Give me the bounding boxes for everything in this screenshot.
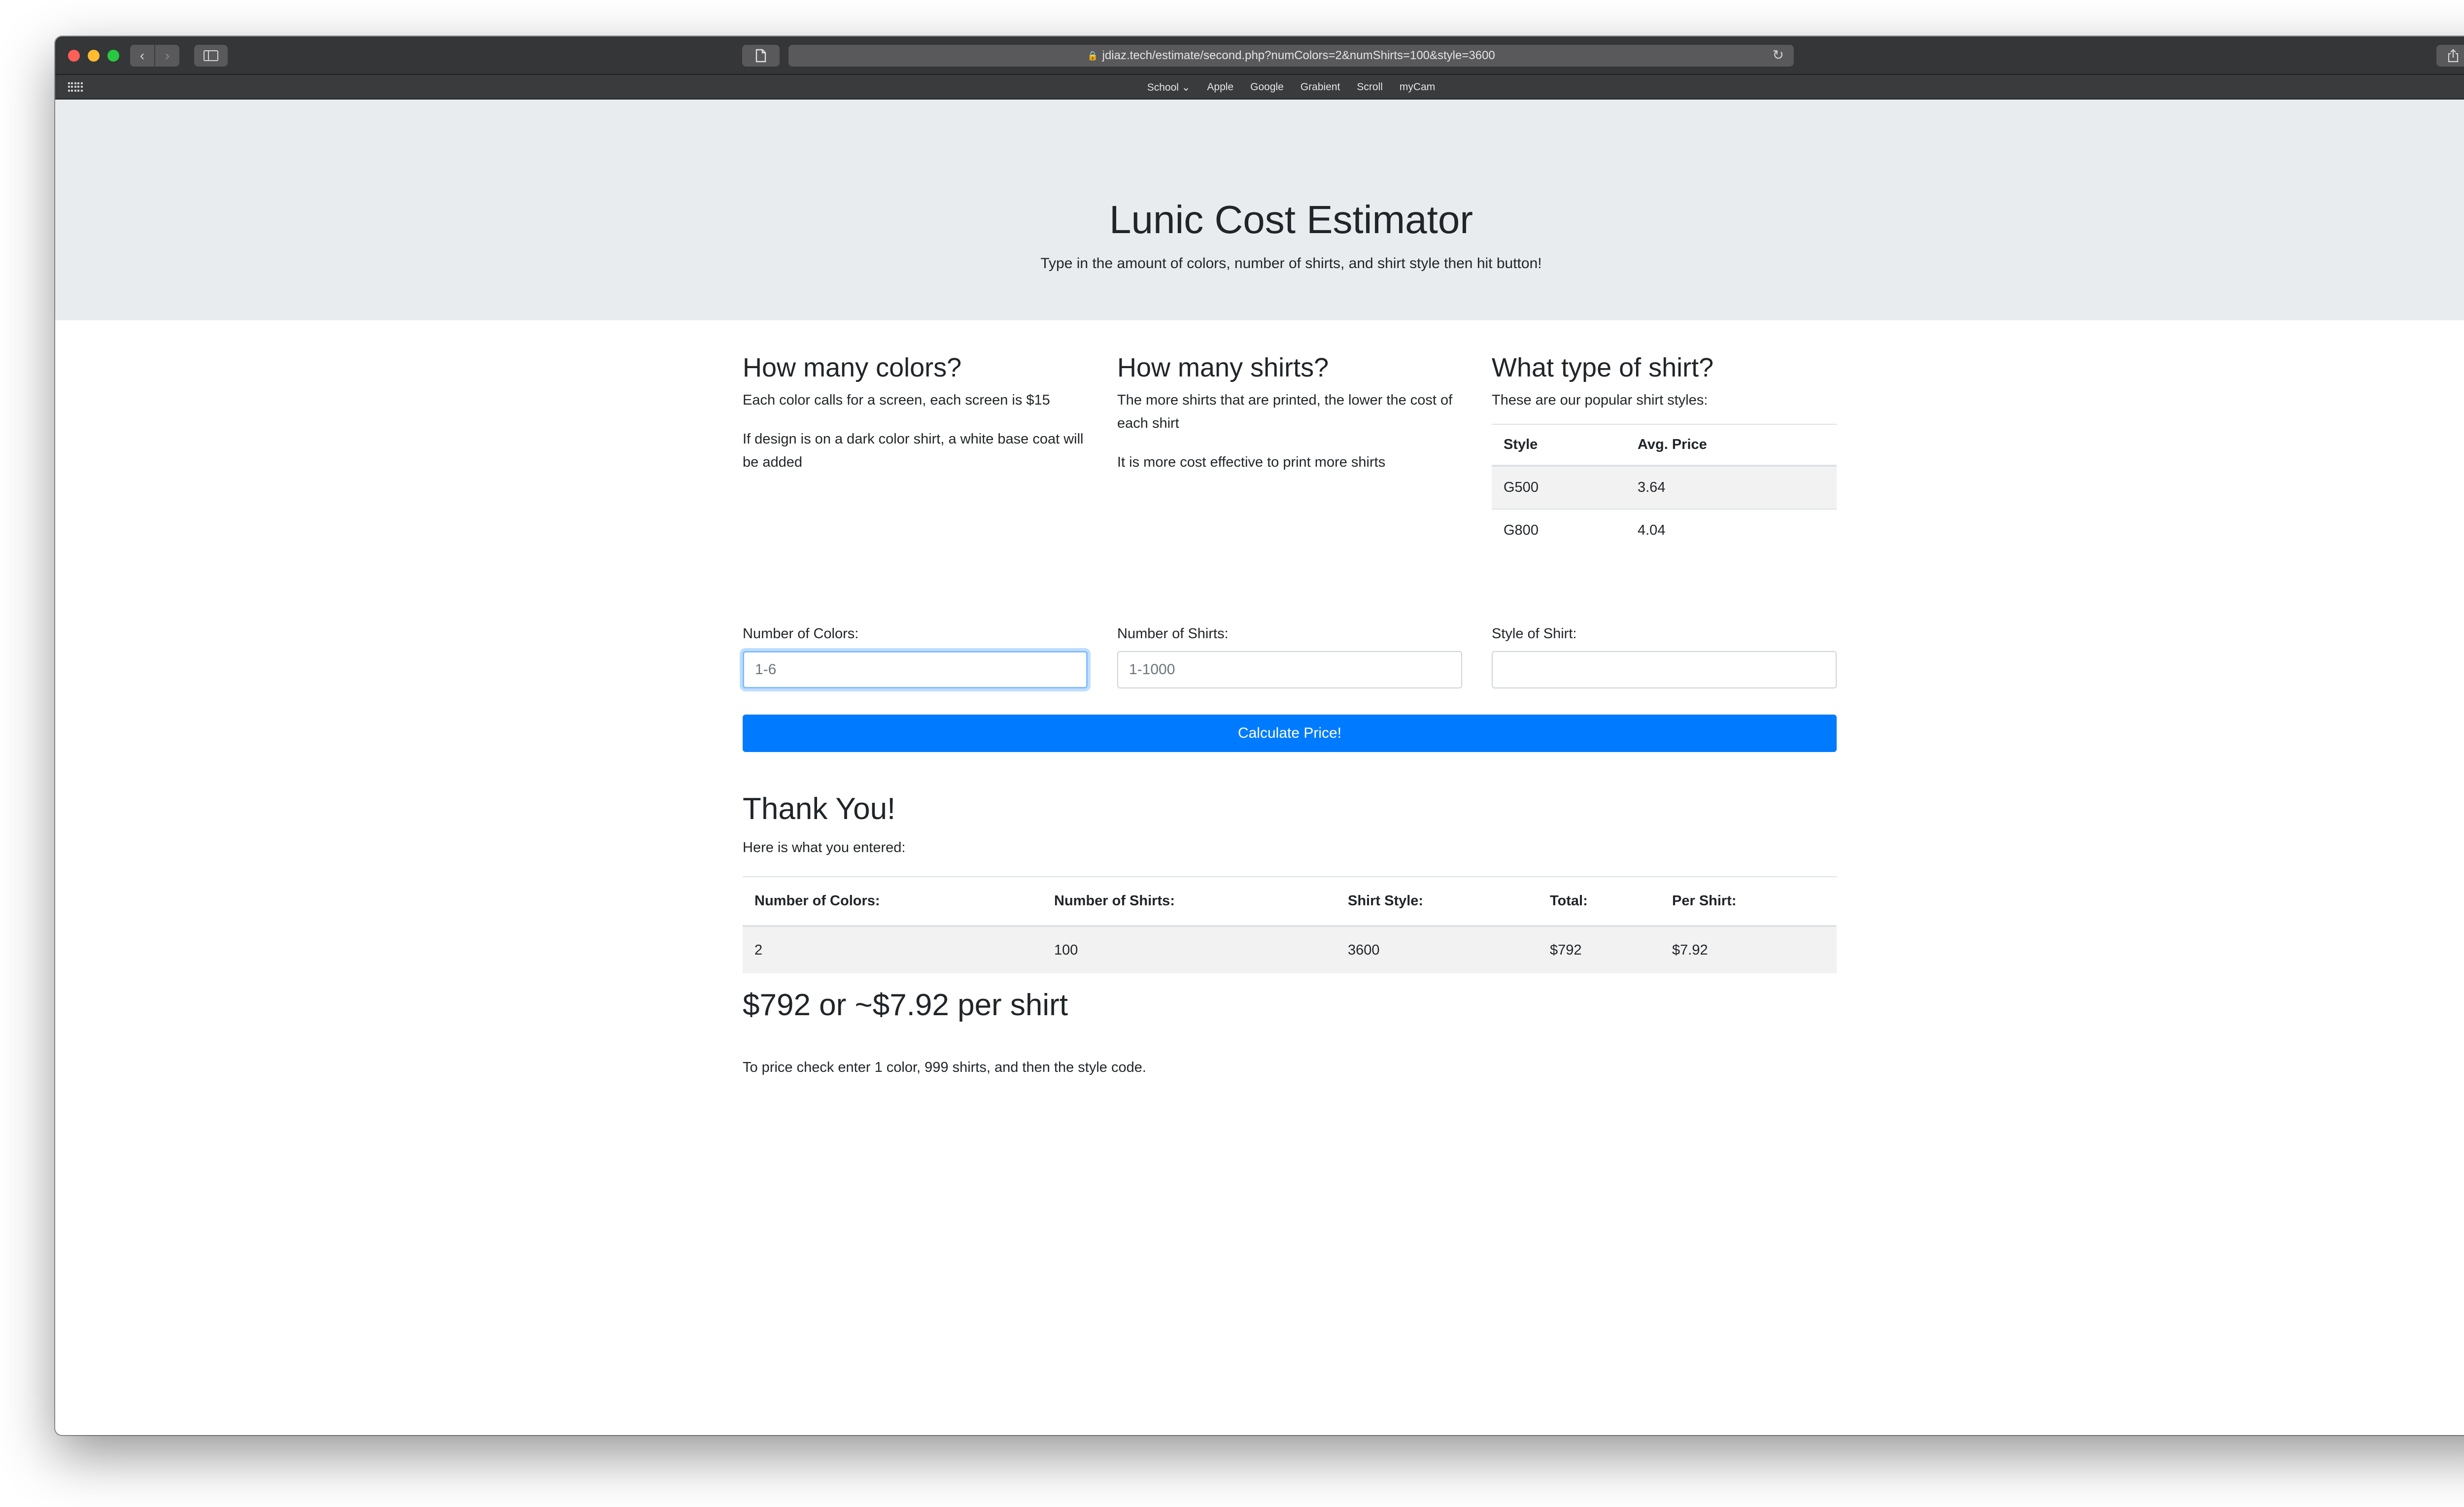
colors-info: How many colors? Each color calls for a … (743, 320, 1088, 474)
per-shirt-value: $7.92 (1660, 925, 1837, 973)
lock-icon: 🔒 (1087, 50, 1098, 61)
price-summary: $792 or ~$7.92 per shirt (743, 988, 1068, 1022)
sidebar-icon (204, 50, 218, 61)
column-header-avg-price: Avg. Price (1626, 423, 1837, 467)
shirts-field-group: Number of Shirts: (1117, 626, 1462, 688)
styles-heading: What type of shirt? (1492, 353, 1714, 382)
forward-button[interactable]: › (155, 45, 179, 67)
bookmarks-bar: School ⌄ Apple Google Grabient Scroll my… (55, 75, 2464, 100)
thank-you-heading: Thank You! (743, 792, 896, 826)
estimate-form: Number of Colors: Number of Shirts: Styl… (743, 626, 1837, 700)
table-row: G500 3.64 (1492, 465, 1837, 509)
chevron-down-icon: ⌄ (1181, 81, 1191, 93)
column-header-style: Style (1492, 423, 1626, 467)
table-header-row: Style Avg. Price (1492, 423, 1837, 467)
bookmark-google[interactable]: Google (1250, 81, 1284, 93)
total-value: $792 (1538, 925, 1660, 973)
share-button[interactable] (2436, 45, 2464, 67)
history-nav: ‹ › (130, 45, 179, 67)
bookmark-apple[interactable]: Apple (1207, 81, 1233, 93)
shirts-heading: How many shirts? (1117, 353, 1329, 382)
main-content: How many colors? Each color calls for a … (743, 320, 1837, 1207)
table-header-row: Number of Colors: Number of Shirts: Shir… (743, 876, 1837, 927)
column-header-total: Total: (1538, 876, 1660, 927)
close-window-button[interactable] (68, 50, 80, 62)
page-lead: Type in the amount of colors, number of … (1040, 255, 1542, 272)
shirts-input[interactable] (1117, 651, 1462, 688)
bookmark-school[interactable]: School ⌄ (1147, 81, 1191, 94)
shirts-info: How many shirts? The more shirts that ar… (1117, 320, 1462, 474)
style-label: Style of Shirt: (1492, 626, 1577, 642)
price-check-note: To price check enter 1 color, 999 shirts… (743, 1060, 1146, 1075)
thank-you-subtitle: Here is what you entered: (743, 840, 906, 856)
colors-heading: How many colors? (743, 353, 962, 382)
style-field-group: Style of Shirt: (1492, 626, 1837, 688)
bookmark-list: School ⌄ Apple Google Grabient Scroll my… (55, 75, 2464, 100)
price-cell: 4.04 (1626, 508, 1837, 551)
colors-input[interactable] (743, 651, 1088, 688)
colors-field-group: Number of Colors: (743, 626, 1088, 688)
browser-window: ‹ › 🔒 jdiaz.tech/estimate/second.php?num… (55, 36, 2464, 1435)
shirts-text-2: It is more cost effective to print more … (1117, 454, 1386, 470)
colors-label: Number of Colors: (743, 626, 859, 642)
column-header-colors: Number of Colors: (743, 876, 1042, 927)
maximize-window-button[interactable] (107, 50, 119, 62)
table-row: 2 100 3600 $792 $7.92 (743, 925, 1837, 973)
shirts-value: 100 (1042, 925, 1336, 973)
page-button[interactable] (742, 45, 780, 67)
column-header-style: Shirt Style: (1336, 876, 1538, 927)
address-bar[interactable]: 🔒 jdiaz.tech/estimate/second.php?numColo… (788, 45, 1794, 67)
shirts-label: Number of Shirts: (1117, 626, 1229, 642)
back-button[interactable]: ‹ (130, 45, 154, 67)
colors-value: 2 (743, 925, 1042, 973)
calculate-price-button[interactable]: Calculate Price! (743, 715, 1837, 752)
share-icon (2448, 49, 2459, 63)
price-cell: 3.64 (1626, 465, 1837, 509)
colors-text-1: Each color calls for a screen, each scre… (743, 392, 1050, 408)
shirts-text-1: The more shirts that are printed, the lo… (1117, 392, 1453, 431)
browser-toolbar: ‹ › 🔒 jdiaz.tech/estimate/second.php?num… (55, 36, 2464, 75)
hero-banner: Lunic Cost Estimator Type in the amount … (55, 100, 2464, 320)
bookmark-scroll[interactable]: Scroll (1357, 81, 1383, 93)
style-value: 3600 (1336, 925, 1538, 973)
results-table: Number of Colors: Number of Shirts: Shir… (743, 876, 1837, 973)
minimize-window-button[interactable] (88, 50, 100, 62)
styles-text: These are our popular shirt styles: (1492, 392, 1708, 408)
bookmark-mycam[interactable]: myCam (1400, 81, 1435, 93)
reload-icon[interactable]: ↻ (1773, 47, 1784, 63)
styles-table: Style Avg. Price G500 3.64 G800 4.04 (1492, 423, 1837, 551)
column-header-per-shirt: Per Shirt: (1660, 876, 1837, 927)
style-cell: G800 (1492, 508, 1626, 551)
page-title: Lunic Cost Estimator (1109, 198, 1473, 241)
bookmark-grabient[interactable]: Grabient (1300, 81, 1340, 93)
colors-text-2: If design is on a dark color shirt, a wh… (743, 431, 1084, 470)
table-row: G800 4.04 (1492, 508, 1837, 551)
column-header-shirts: Number of Shirts: (1042, 876, 1336, 927)
styles-info: What type of shirt? These are our popula… (1492, 320, 1837, 551)
address-text: jdiaz.tech/estimate/second.php?numColors… (1102, 49, 1495, 62)
document-icon (755, 49, 766, 63)
style-input[interactable] (1492, 651, 1837, 688)
style-cell: G500 (1492, 465, 1626, 509)
sidebar-toggle-button[interactable] (194, 45, 228, 67)
